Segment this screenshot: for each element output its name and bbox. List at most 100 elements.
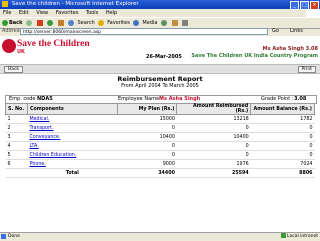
header-date: 26-Mar-2005 — [146, 54, 182, 60]
address-label: Address — [2, 28, 22, 34]
zone-label: Local intranet — [287, 234, 318, 239]
table-row: 3 Conveyance. 10400 10400 0 — [5, 132, 315, 142]
back-button[interactable]: Back — [4, 66, 23, 73]
sno-cell: 5 — [5, 150, 28, 160]
report-period: From April 2004 To March 2005 — [121, 83, 199, 89]
balance-cell: 7024 — [250, 159, 315, 169]
menu-favorites[interactable]: Favorites — [56, 10, 79, 16]
reimbursed-cell: 0 — [176, 141, 251, 151]
col-sno: S. No. — [5, 103, 28, 115]
reimbursed-cell: 0 — [176, 123, 251, 133]
reimbursement-table: S. No. Components My Plan (Rs.) Amount R… — [5, 103, 315, 178]
component-link[interactable]: Phone. — [27, 159, 118, 169]
col-balance: Amount Balance (Rs.) — [250, 103, 315, 115]
report-title: Reimbursement Report — [117, 75, 203, 83]
address-bar: Address http://server:8060/mainscreen.as… — [0, 27, 320, 36]
mail-icon — [171, 19, 178, 26]
logo-mark-icon — [2, 39, 16, 53]
col-my-plan: My Plan (Rs.) — [116, 103, 178, 115]
grade-label: Grade Point : — [261, 96, 294, 102]
logo-sub: UK — [17, 49, 25, 55]
history-icon — [161, 19, 168, 26]
logo-text: Save the Children — [17, 39, 90, 49]
emp-name-label: Employee Name : — [118, 96, 163, 102]
sno-cell: 6 — [5, 159, 28, 169]
reimbursed-cell: 0 — [176, 150, 251, 160]
balance-cell: 0 — [250, 150, 315, 160]
menu-edit[interactable]: Edit — [19, 10, 29, 16]
component-link[interactable]: Medical. — [27, 114, 118, 124]
window-title: Save the children - Microsoft Internet E… — [11, 1, 139, 7]
site-header: Save the Children UK 26-Mar-2005 Ms Asha… — [0, 36, 320, 64]
menu-tools[interactable]: Tools — [86, 10, 98, 16]
balance-cell: 1782 — [250, 114, 315, 124]
menu-file[interactable]: File — [3, 10, 11, 16]
total-balance: 8806 — [250, 168, 315, 178]
emp-code-label: Emp. code : — [9, 96, 39, 102]
emp-name: Ms Asha Singh — [159, 96, 201, 102]
balance-cell: 0 — [250, 141, 315, 151]
window-titlebar: Save the children - Microsoft Internet E… — [0, 0, 320, 10]
plan-cell: 0 — [117, 141, 177, 151]
total-reimbursed: 25594 — [176, 168, 251, 178]
home-icon — [57, 19, 64, 26]
links-button[interactable]: Links — [290, 27, 303, 36]
back-arrow-icon — [2, 19, 8, 26]
grade-value: 3.08 — [294, 96, 307, 102]
forward-arrow-icon — [26, 19, 33, 26]
table-header-row: S. No. Components My Plan (Rs.) Amount R… — [5, 103, 315, 115]
user-prefix: Ms — [262, 46, 271, 52]
address-input[interactable]: http://server:8060/mainscreen.asp — [20, 28, 268, 35]
sno-cell: 1 — [5, 114, 28, 124]
plan-cell: 9000 — [117, 159, 177, 169]
refresh-icon — [47, 19, 54, 26]
balance-cell: 0 — [250, 132, 315, 142]
table-row: 4 LTA. 0 0 0 — [5, 141, 315, 151]
table-row: 5 Children Education. 0 0 0 — [5, 150, 315, 160]
user-grade: 3.08 — [305, 46, 318, 52]
component-link[interactable]: Conveyance. — [27, 132, 118, 142]
save-the-children-logo: Save the Children UK — [2, 39, 90, 61]
search-icon — [68, 19, 75, 26]
intranet-icon — [281, 233, 287, 238]
emp-code: NDA5 — [37, 96, 53, 102]
windows-logo-icon — [306, 9, 320, 17]
balance-cell: 0 — [250, 123, 315, 133]
reimbursed-cell: 13218 — [176, 114, 251, 124]
sno-cell: 4 — [5, 141, 28, 151]
total-blank — [5, 168, 28, 178]
reimbursed-cell: 10400 — [176, 132, 251, 142]
print-button[interactable]: Print — [297, 66, 316, 73]
table-row: 2 Transport. 0 0 0 — [5, 123, 315, 133]
total-row: Total 34400 25594 8806 — [5, 168, 315, 178]
plan-cell: 15000 — [117, 114, 177, 124]
total-plan: 34400 — [117, 168, 177, 178]
page-navbar: Back Print — [0, 64, 320, 74]
reimbursed-cell: 1976 — [176, 159, 251, 169]
component-link[interactable]: Transport. — [27, 123, 118, 133]
col-components: Components — [26, 103, 118, 115]
menu-bar: File Edit View Favorites Tools Help — [0, 9, 320, 17]
media-icon — [133, 19, 140, 26]
page-icon — [1, 234, 6, 239]
plan-cell: 0 — [117, 123, 177, 133]
stop-icon — [36, 19, 43, 26]
ie-icon — [2, 1, 8, 7]
plan-cell: 0 — [117, 150, 177, 160]
printer-icon — [182, 19, 189, 26]
sno-cell: 2 — [5, 123, 28, 133]
total-label: Total — [27, 168, 118, 178]
header-user: Ms Asha Singh 3.08 — [263, 46, 318, 52]
menu-help[interactable]: Help — [106, 10, 117, 16]
page-content: Save the Children UK 26-Mar-2005 Ms Asha… — [0, 36, 320, 232]
table-row: 6 Phone. 9000 1976 7024 — [5, 159, 315, 169]
user-name: Asha Singh — [272, 46, 304, 52]
table-row: 1 Medical. 15000 13218 1782 — [5, 114, 315, 124]
sno-cell: 3 — [5, 132, 28, 142]
component-link[interactable]: Children Education. — [27, 150, 118, 160]
go-button[interactable]: Go — [272, 27, 279, 36]
component-link[interactable]: LTA. — [27, 141, 118, 151]
menu-view[interactable]: View — [36, 10, 48, 16]
star-icon — [98, 19, 105, 26]
header-org: Save The Children UK India Country Progr… — [191, 53, 318, 59]
